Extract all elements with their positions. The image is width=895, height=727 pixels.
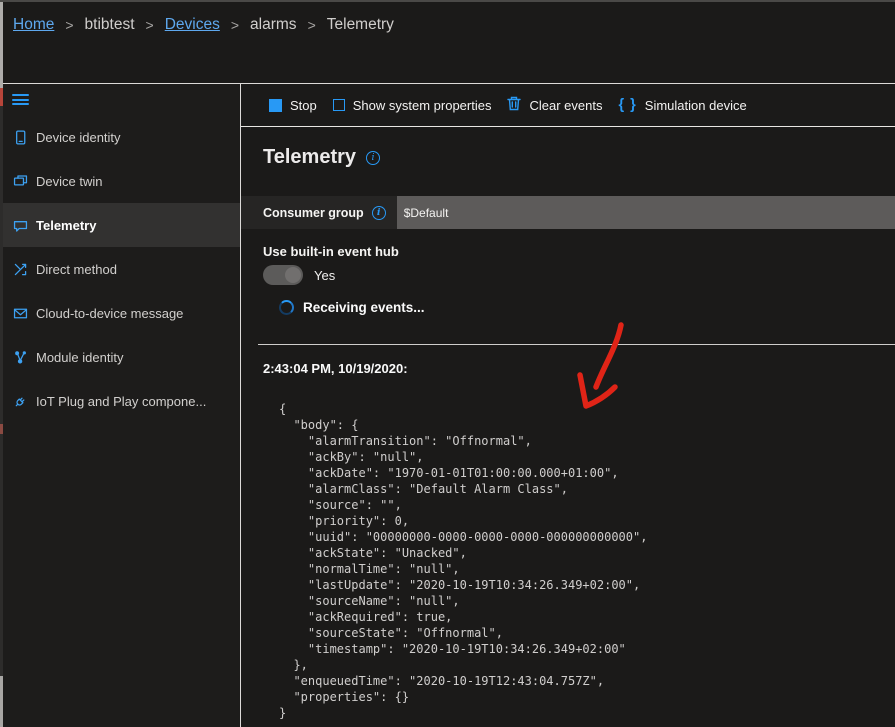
direct-method-icon [12,261,29,278]
breadcrumb-separator: > [231,17,239,33]
trash-icon [507,96,521,114]
toggle-knob [285,267,301,283]
sidebar-item-device-identity[interactable]: Device identity [0,115,240,159]
sidebar-item-direct-method[interactable]: Direct method [0,247,240,291]
sidebar-item-label: Device identity [36,130,121,145]
info-icon[interactable]: i [366,151,380,165]
show-system-properties-label: Show system properties [353,98,492,113]
sidebar-item-telemetry[interactable]: Telemetry [0,203,240,247]
header: Home > btibtest > Devices > alarms > Tel… [0,0,895,84]
clear-events-button[interactable]: Clear events [507,96,602,114]
sidebar-item-label: Cloud-to-device message [36,306,183,321]
telemetry-icon [12,217,29,234]
sidebar-item-label: Device twin [36,174,102,189]
sidebar-item-label: Module identity [36,350,123,365]
hamburger-menu-icon[interactable] [12,94,29,108]
sidebar-item-device-twin[interactable]: Device twin [0,159,240,203]
toolbar: Stop Show system properties Clear events… [241,84,895,127]
iot-plug-and-play-icon [12,393,29,410]
stop-icon [269,99,282,112]
consumer-group-row: Consumer group i $Default [241,196,895,229]
page-title: Telemetry [263,146,356,169]
cloud-to-device-message-icon [12,305,29,322]
sidebar-item-module-identity[interactable]: Module identity [0,335,240,379]
stop-button[interactable]: Stop [269,98,317,113]
event-timestamp: 2:43:04 PM, 10/19/2020: [263,361,408,376]
receiving-events-row: Receiving events... [279,300,425,315]
consumer-group-label: Consumer group [263,206,364,220]
consumer-group-input[interactable]: $Default [397,196,895,229]
braces-icon: { } [618,97,636,113]
loading-spinner-icon [279,300,294,315]
show-system-properties-checkbox[interactable]: Show system properties [333,98,492,113]
breadcrumb-separator: > [146,17,154,33]
simulation-device-label: Simulation device [645,98,747,113]
breadcrumb: Home > btibtest > Devices > alarms > Tel… [13,16,394,34]
device-twin-icon [12,173,29,190]
receiving-events-text: Receiving events... [303,300,425,315]
breadcrumb-current-page: Telemetry [327,16,394,34]
sidebar: Device identity Device twin Telemetry Di… [0,84,240,727]
sidebar-item-iot-plug-and-play[interactable]: IoT Plug and Play compone... [0,379,240,423]
sidebar-item-label: Telemetry [36,218,96,233]
builtin-event-hub-toggle[interactable] [263,265,303,285]
breadcrumb-device-name: alarms [250,16,297,34]
event-json-payload: { "body": { "alarmTransition": "Offnorma… [279,401,647,721]
use-builtin-event-hub-label: Use built-in event hub [263,244,399,259]
breadcrumb-separator: > [65,17,73,33]
main-panel: Stop Show system properties Clear events… [240,84,895,727]
event-divider [258,344,895,345]
breadcrumb-separator: > [308,17,316,33]
sidebar-item-label: IoT Plug and Play compone... [36,394,206,409]
clear-events-label: Clear events [529,98,602,113]
sidebar-item-cloud-to-device[interactable]: Cloud-to-device message [0,291,240,335]
stop-label: Stop [290,98,317,113]
checkbox-icon [333,99,345,111]
page-title-row: Telemetry i [263,146,380,169]
toggle-value-label: Yes [314,268,335,283]
sidebar-item-label: Direct method [36,262,117,277]
left-edge-artifact [0,0,3,727]
simulation-device-button[interactable]: { } Simulation device [618,97,746,113]
breadcrumb-home[interactable]: Home [13,16,54,34]
breadcrumb-hub-name: btibtest [85,16,135,34]
module-identity-icon [12,349,29,366]
breadcrumb-devices[interactable]: Devices [165,16,220,34]
consumer-group-label-box: Consumer group i [241,196,397,229]
device-identity-icon [12,129,29,146]
builtin-event-hub-toggle-row: Yes [263,265,335,285]
window-top-edge [0,0,895,2]
sidebar-nav: Device identity Device twin Telemetry Di… [0,115,240,423]
info-icon[interactable]: i [372,206,386,220]
